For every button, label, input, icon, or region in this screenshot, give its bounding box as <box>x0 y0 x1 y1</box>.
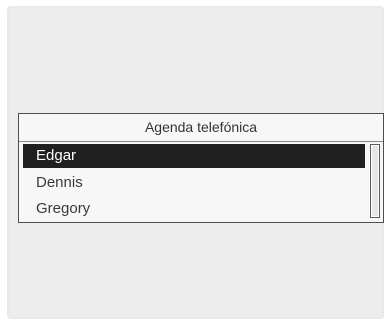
contact-list: Edgar Dennis Gregory <box>23 144 365 222</box>
scrollbar-thumb[interactable] <box>372 146 378 216</box>
contact-item-edgar[interactable]: Edgar <box>23 144 365 168</box>
list-scrollbar[interactable] <box>370 144 380 218</box>
panel-title: Agenda telefónica <box>19 114 383 142</box>
contact-item-dennis[interactable]: Dennis <box>23 170 365 196</box>
phonebook-panel: Agenda telefónica Edgar Dennis Gregory <box>18 113 384 223</box>
contact-item-gregory[interactable]: Gregory <box>23 196 365 222</box>
